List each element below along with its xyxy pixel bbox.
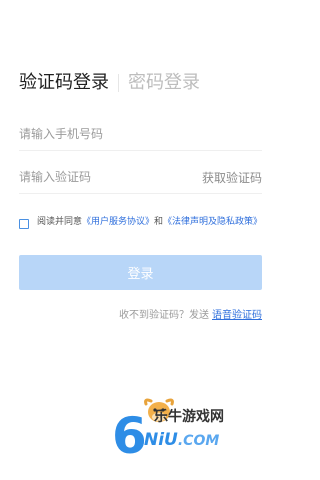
watermark-domain: NiU.COM xyxy=(144,430,219,450)
voice-hint: 收不到验证码？发送 xyxy=(119,310,209,321)
phone-input[interactable] xyxy=(19,117,189,150)
watermark-domain-suffix: .COM xyxy=(177,433,220,449)
voice-code-link[interactable]: 语音验证码 xyxy=(212,310,262,321)
legal-privacy-link[interactable]: 《法律声明及隐私政策》 xyxy=(163,217,262,227)
login-tabs: 验证码登录 密码登录 xyxy=(19,70,200,96)
phone-field xyxy=(19,117,262,151)
code-field: 获取验证码 xyxy=(19,160,262,194)
agreement-and: 和 xyxy=(154,217,164,227)
voice-code-row: 收不到验证码？发送 语音验证码 xyxy=(119,306,262,321)
login-button[interactable]: 登录 xyxy=(19,255,262,290)
code-input[interactable] xyxy=(19,160,189,193)
watermark-logo: 6 乐牛游戏网 NiU.COM xyxy=(110,398,270,470)
tab-divider xyxy=(118,74,119,92)
tab-password-login[interactable]: 密码登录 xyxy=(128,70,200,96)
tab-code-login[interactable]: 验证码登录 xyxy=(19,70,109,96)
agree-checkbox[interactable] xyxy=(19,219,29,229)
user-agreement-link[interactable]: 《用户服务协议》 xyxy=(82,217,154,227)
watermark-domain-main: NiU xyxy=(144,430,178,450)
get-code-button[interactable]: 获取验证码 xyxy=(202,169,262,186)
watermark-brand: 乐牛游戏网 xyxy=(154,409,224,425)
agreement-text: 阅读并同意《用户服务协议》和《法律声明及隐私政策》 xyxy=(37,216,262,229)
agreement-prefix: 阅读并同意 xyxy=(37,217,83,227)
agreement-row: 阅读并同意《用户服务协议》和《法律声明及隐私政策》 xyxy=(19,216,264,229)
